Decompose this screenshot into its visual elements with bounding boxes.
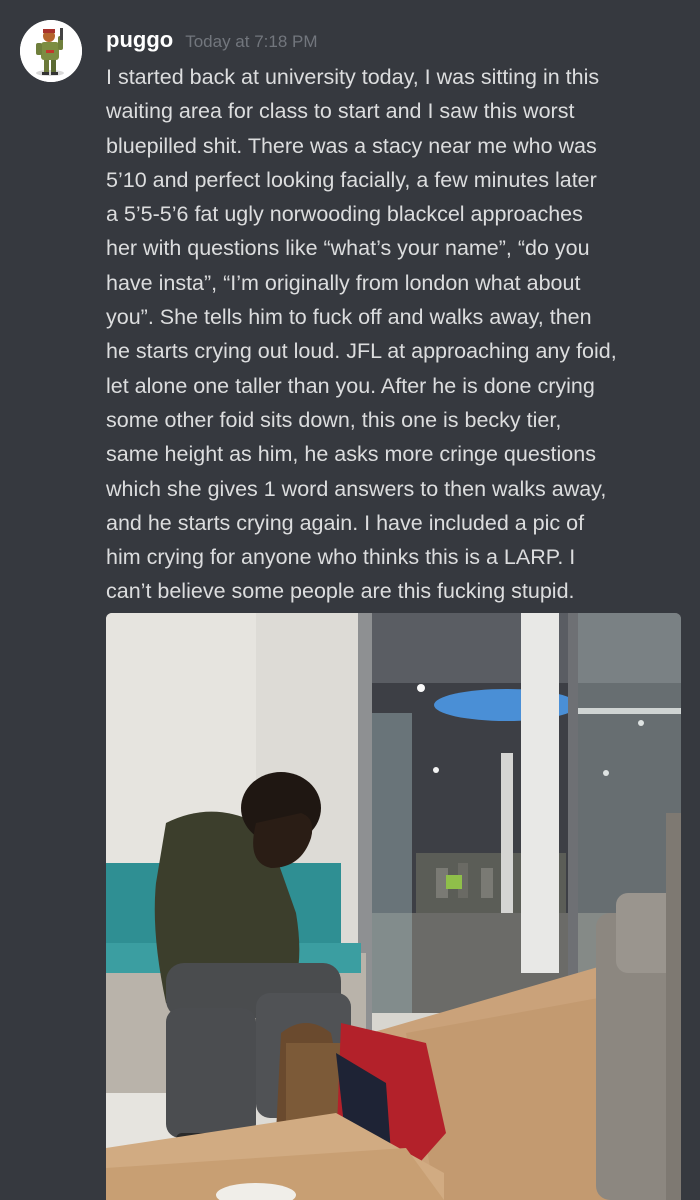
message-line: I started back at university today, I wa… xyxy=(106,65,600,89)
message-line: some other foid sits down, this one is b… xyxy=(106,407,562,432)
message-line: same height as him, he asks more cringe … xyxy=(106,442,596,467)
username[interactable]: puggo xyxy=(106,27,173,53)
message-content: I started back at university today, I wa… xyxy=(106,60,681,609)
message-line: can’t believe some people are this fucki… xyxy=(106,579,575,604)
avatar-illustration-icon xyxy=(20,20,82,82)
message-line: him crying for anyone who thinks this is… xyxy=(106,545,576,570)
chat-message: puggo Today at 7:18 PM I started back at… xyxy=(0,0,700,1200)
message-line: which she gives 1 word answers to then w… xyxy=(106,476,607,501)
message-line: let alone one taller than you. After he … xyxy=(106,373,595,398)
message-line: and he starts crying again. I have inclu… xyxy=(106,510,585,535)
message-line: a 5’5-5’6 fat ugly norwooding blackcel a… xyxy=(106,202,583,227)
image-attachment[interactable] xyxy=(106,613,681,1200)
message-line: waiting area for class to start and I sa… xyxy=(106,99,575,124)
message-header: puggo Today at 7:18 PM xyxy=(106,27,318,57)
avatar[interactable] xyxy=(20,20,82,82)
message-line: he starts crying out loud. JFL at approa… xyxy=(106,339,617,364)
message-line: her with questions like “what’s your nam… xyxy=(106,236,590,261)
message-line: have insta”, “I’m originally from london… xyxy=(106,270,581,295)
timestamp: Today at 7:18 PM xyxy=(185,32,318,51)
message-line: 5’10 and perfect looking facially, a few… xyxy=(106,167,597,192)
message-line: bluepilled shit. There was a stacy near … xyxy=(106,133,597,158)
message-line: you”. She tells him to fuck off and walk… xyxy=(106,305,592,330)
attachment-photo xyxy=(106,613,681,1200)
